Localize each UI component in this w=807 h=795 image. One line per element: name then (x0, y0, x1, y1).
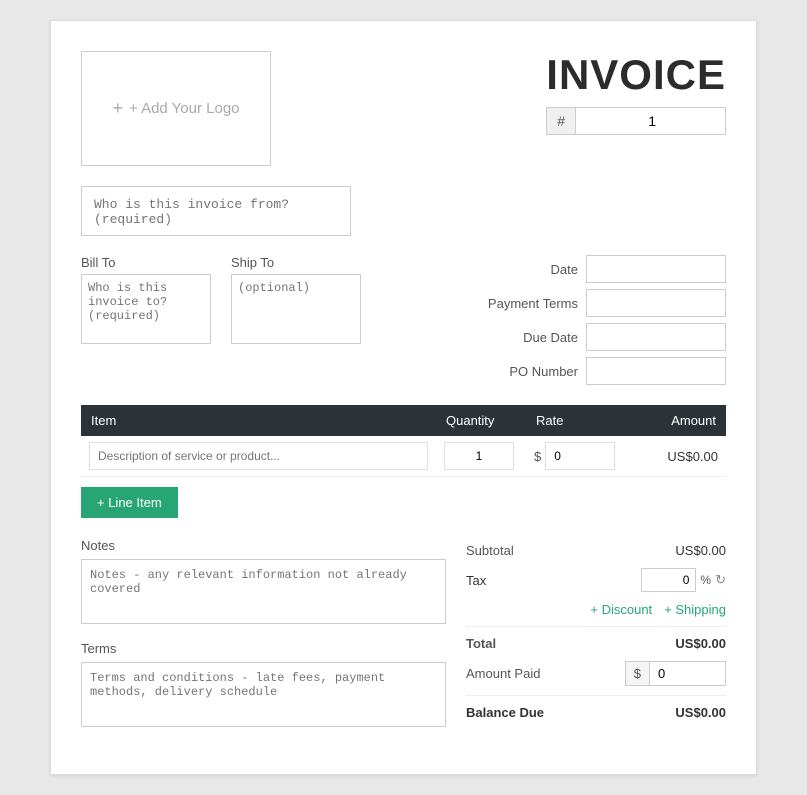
bill-to-col: Bill To (81, 255, 211, 385)
total-label: Total (466, 636, 496, 651)
date-label: Date (478, 262, 578, 277)
qty-cell (436, 436, 526, 477)
rate-input[interactable] (545, 442, 615, 470)
subtotal-label: Subtotal (466, 543, 514, 558)
plus-icon: + (112, 98, 123, 119)
payment-terms-label: Payment Terms (478, 296, 578, 311)
po-number-label: PO Number (478, 364, 578, 379)
items-table: Item Quantity Rate Amount $ (81, 405, 726, 477)
tax-input-wrap: % ↻ (641, 568, 726, 592)
balance-due-value: US$0.00 (675, 705, 726, 720)
invoice-hash-label: # (547, 108, 576, 134)
col-item: Item (81, 405, 436, 436)
rate-cell: $ (526, 436, 636, 477)
col-quantity: Quantity (436, 405, 526, 436)
invoice-number-row: # (546, 107, 726, 135)
tax-row: Tax % ↻ (466, 563, 726, 597)
subtotal-value: US$0.00 (675, 543, 726, 558)
mid-section: Bill To Ship To Date Payment Terms Due D… (81, 255, 726, 385)
add-line-item-button[interactable]: + Line Item (81, 487, 178, 518)
po-number-row: PO Number (478, 357, 726, 385)
amount-paid-symbol: $ (626, 662, 650, 685)
bill-to-input[interactable] (81, 274, 211, 344)
add-discount-button[interactable]: + Discount (590, 602, 652, 617)
due-date-label: Due Date (478, 330, 578, 345)
add-shipping-label: + Shipping (664, 602, 726, 617)
tax-percent-symbol: % (700, 573, 711, 587)
payment-terms-row: Payment Terms (478, 289, 726, 317)
invoice-container: + + Add Your Logo INVOICE # Bill To Ship… (50, 20, 757, 775)
item-description-input[interactable] (89, 442, 428, 470)
po-number-input[interactable] (586, 357, 726, 385)
notes-textarea[interactable] (81, 559, 446, 624)
col-amount: Amount (636, 405, 726, 436)
payment-terms-input[interactable] (586, 289, 726, 317)
date-input[interactable] (586, 255, 726, 283)
terms-textarea[interactable] (81, 662, 446, 727)
col-rate: Rate (526, 405, 636, 436)
notes-terms-section: Notes Terms (81, 538, 446, 744)
divider-2 (466, 695, 726, 696)
divider (466, 626, 726, 627)
quantity-input[interactable] (444, 442, 514, 470)
rate-symbol: $ (534, 449, 541, 464)
subtotal-row: Subtotal US$0.00 (466, 538, 726, 563)
bill-to-label: Bill To (81, 255, 211, 270)
ship-to-label: Ship To (231, 255, 361, 270)
amount-cell: US$0.00 (636, 436, 726, 477)
bottom-section: Notes Terms Subtotal US$0.00 Tax % ↻ (81, 538, 726, 744)
ship-to-input[interactable] (231, 274, 361, 344)
terms-label: Terms (81, 641, 446, 656)
invoice-header: + + Add Your Logo INVOICE # (81, 51, 726, 166)
balance-due-label: Balance Due (466, 705, 544, 720)
bill-ship-section: Bill To Ship To (81, 255, 361, 385)
invoice-number-input[interactable] (576, 108, 666, 134)
from-input[interactable] (81, 186, 351, 236)
amount-paid-input[interactable] (650, 662, 725, 685)
add-line-item-label: + Line Item (97, 495, 162, 510)
amount-paid-input-wrap: $ (625, 661, 726, 686)
date-row: Date (478, 255, 726, 283)
refresh-icon[interactable]: ↻ (715, 572, 726, 588)
total-value: US$0.00 (675, 636, 726, 651)
logo-label: + Add Your Logo (129, 100, 240, 117)
amount-paid-label: Amount Paid (466, 666, 540, 681)
balance-due-row: Balance Due US$0.00 (466, 700, 726, 725)
tax-label: Tax (466, 573, 486, 588)
add-discount-label: + Discount (590, 602, 652, 617)
amount-paid-row: Amount Paid $ (466, 656, 726, 691)
from-section (81, 186, 726, 239)
tax-input[interactable] (641, 568, 696, 592)
due-date-row: Due Date (478, 323, 726, 351)
date-fields: Date Payment Terms Due Date PO Number (478, 255, 726, 385)
add-shipping-button[interactable]: + Shipping (664, 602, 726, 617)
invoice-title: INVOICE (546, 51, 726, 99)
invoice-title-section: INVOICE # (546, 51, 726, 135)
table-row: $ US$0.00 (81, 436, 726, 477)
ship-to-col: Ship To (231, 255, 361, 385)
due-date-input[interactable] (586, 323, 726, 351)
totals-section: Subtotal US$0.00 Tax % ↻ + Discount + Sh… (466, 538, 726, 744)
logo-upload-area[interactable]: + + Add Your Logo (81, 51, 271, 166)
item-desc-cell (81, 436, 436, 477)
discount-shipping-row: + Discount + Shipping (466, 597, 726, 622)
total-row: Total US$0.00 (466, 631, 726, 656)
notes-label: Notes (81, 538, 446, 553)
